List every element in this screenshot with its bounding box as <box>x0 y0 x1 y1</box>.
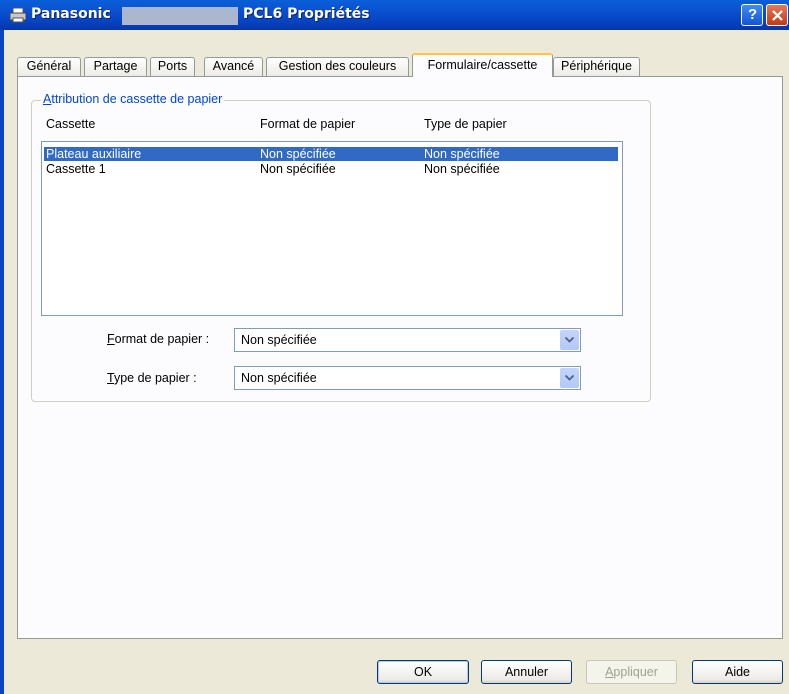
paper-format-value: Non spécifiée <box>241 333 317 347</box>
tab-form-cassette[interactable]: Formulaire/cassette <box>412 53 553 77</box>
title-bar[interactable]: Panasonic PCL6 Propriétés ? <box>0 0 789 30</box>
tab-ports[interactable]: Ports <box>150 57 195 76</box>
column-header-paper-format[interactable]: Format de papier <box>260 117 355 131</box>
chevron-down-icon <box>565 337 574 343</box>
tab-sharing[interactable]: Partage <box>84 57 147 76</box>
tab-device[interactable]: Périphérique <box>553 57 640 76</box>
list-item[interactable]: Plateau auxiliaire Non spécifiée Non spé… <box>44 147 618 161</box>
paper-format-label: Format de papier : <box>107 332 210 346</box>
column-header-paper-type[interactable]: Type de papier <box>424 117 507 131</box>
close-button[interactable] <box>766 4 788 26</box>
tab-color-management[interactable]: Gestion des couleurs <box>266 57 409 76</box>
paper-type-cell: Non spécifiée <box>424 147 500 161</box>
paper-type-value: Non spécifiée <box>241 371 317 385</box>
tab-general[interactable]: Général <box>17 57 81 76</box>
help-icon: ? <box>748 6 758 23</box>
window-frame <box>0 30 4 694</box>
cancel-button[interactable]: Annuler <box>481 660 572 684</box>
cassette-list[interactable]: Plateau auxiliaire Non spécifiée Non spé… <box>41 141 623 316</box>
help-button[interactable]: Aide <box>692 660 783 684</box>
help-title-button[interactable]: ? <box>741 4 763 26</box>
chevron-down-icon <box>565 375 574 381</box>
paper-format-cell: Non spécifiée <box>260 147 336 161</box>
redacted-model-name <box>122 7 238 25</box>
tab-advanced[interactable]: Avancé <box>204 57 263 76</box>
dropdown-button[interactable] <box>560 330 579 350</box>
dropdown-button[interactable] <box>560 368 579 388</box>
paper-format-select[interactable]: Non spécifiée <box>234 328 581 352</box>
window-title-brand: Panasonic <box>31 6 111 22</box>
ok-button[interactable]: OK <box>377 660 469 684</box>
paper-type-select[interactable]: Non spécifiée <box>234 366 581 390</box>
cassette-name: Cassette 1 <box>46 162 106 176</box>
close-icon <box>772 10 783 21</box>
list-item[interactable]: Cassette 1 Non spécifiée Non spécifiée <box>44 162 618 176</box>
group-legend: Attribution de cassette de papier <box>41 92 225 106</box>
window-title: PCL6 Propriétés <box>243 6 370 22</box>
apply-button[interactable]: Appliquer <box>586 660 677 684</box>
printer-icon <box>9 7 27 23</box>
paper-type-label: Type de papier : <box>107 371 197 385</box>
column-header-cassette[interactable]: Cassette <box>46 117 95 131</box>
paper-type-cell: Non spécifiée <box>424 162 500 176</box>
paper-format-cell: Non spécifiée <box>260 162 336 176</box>
cassette-name: Plateau auxiliaire <box>46 147 142 161</box>
